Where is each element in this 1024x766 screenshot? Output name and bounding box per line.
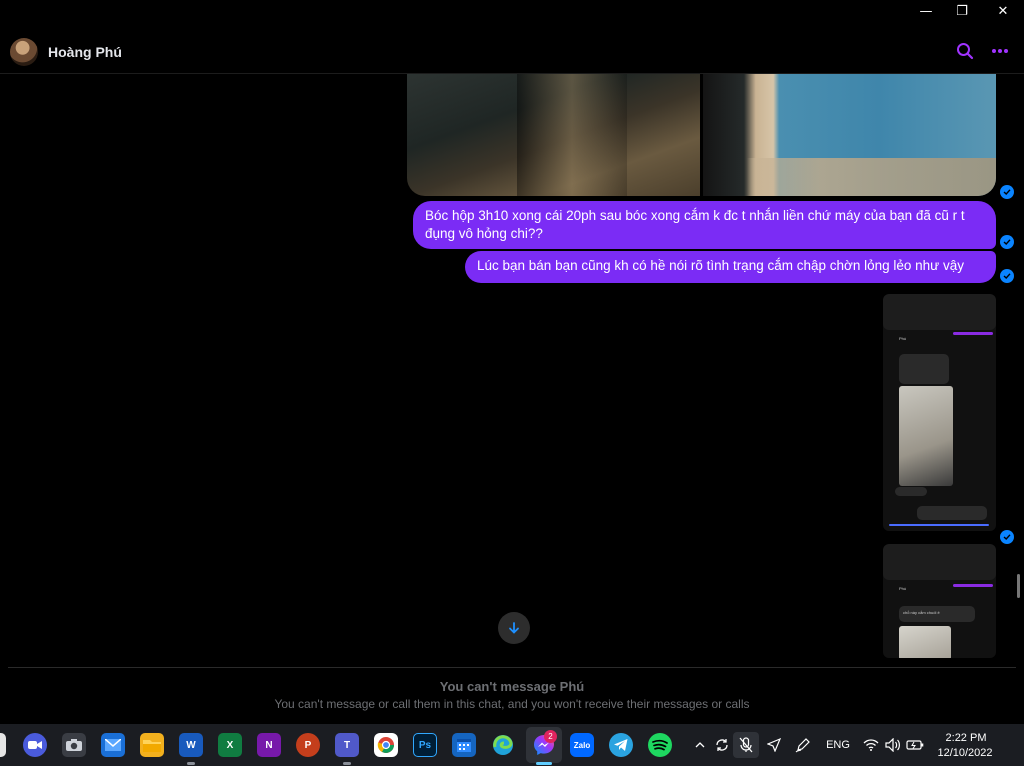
mini-composer (889, 524, 989, 526)
mini-bubble (917, 506, 987, 520)
powerpoint-icon[interactable]: P (296, 733, 320, 757)
running-indicator (187, 762, 195, 765)
word-icon[interactable]: W (179, 733, 203, 757)
volume-icon[interactable] (883, 736, 903, 754)
seen-check-icon (1000, 530, 1014, 544)
calendar-icon[interactable] (452, 733, 476, 757)
scroll-to-bottom-button[interactable] (498, 612, 530, 644)
blocked-notice-title: You can't message Phú (439, 679, 585, 694)
location-icon[interactable] (765, 736, 783, 754)
mini-caption: chỗ này cắm chuối ê (903, 610, 940, 615)
zoom-icon[interactable] (23, 733, 47, 757)
zalo-icon[interactable]: Zalo (570, 733, 594, 757)
minimize-button[interactable]: — (906, 0, 946, 22)
mini-bubble (895, 487, 927, 496)
message-bubble[interactable]: Lúc bạn bán bạn cũng kh có hề nói rõ tìn… (465, 251, 996, 283)
edge-icon[interactable] (491, 733, 515, 757)
start-icon[interactable] (0, 733, 6, 757)
battery-icon[interactable] (905, 736, 925, 754)
language-indicator[interactable]: ENG (823, 736, 853, 754)
clock-time[interactable]: 2:22 PM (936, 732, 996, 744)
onenote-icon[interactable]: N (257, 733, 281, 757)
active-indicator (536, 762, 552, 765)
mini-bubble (899, 354, 949, 384)
taskbar: W X N P T Ps 2 Zalo ENG 2:22 PM 12/10/20… (0, 724, 1024, 766)
photo-attachment[interactable] (407, 74, 700, 196)
microphone-muted-icon[interactable] (733, 732, 759, 758)
conversation-header: Hoàng Phú (0, 28, 1024, 74)
avatar[interactable] (10, 38, 38, 66)
wifi-icon[interactable] (861, 736, 881, 754)
mini-name: Phú (899, 336, 907, 341)
notification-badge: 2 (544, 730, 557, 743)
contact-name[interactable]: Hoàng Phú (48, 44, 122, 60)
message-list[interactable]: Bóc hộp 3h10 xong cái 20ph sau bóc xong … (0, 74, 1024, 668)
camera-icon[interactable] (62, 733, 86, 757)
pen-icon[interactable] (793, 736, 813, 754)
seen-check-icon (1000, 269, 1014, 283)
more-options-icon[interactable] (989, 40, 1011, 62)
photo-attachment[interactable] (703, 74, 996, 196)
mail-icon[interactable] (101, 733, 125, 757)
mini-image (899, 386, 953, 486)
close-button[interactable]: ✕ (983, 0, 1023, 22)
search-icon[interactable] (954, 40, 976, 62)
scrollbar-thumb[interactable] (1017, 574, 1020, 598)
photoshop-icon[interactable]: Ps (413, 733, 437, 757)
chevron-up-icon[interactable] (692, 736, 708, 754)
spotify-icon[interactable] (648, 733, 672, 757)
mini-divider (953, 332, 993, 335)
message-bubble[interactable]: Bóc hộp 3h10 xong cái 20ph sau bóc xong … (413, 201, 996, 249)
teams-icon[interactable]: T (335, 733, 359, 757)
file-explorer-icon[interactable] (140, 733, 164, 757)
excel-icon[interactable]: X (218, 733, 242, 757)
screenshot-attachment[interactable]: Phú chỗ này cắm chuối ê (883, 544, 996, 658)
running-indicator (343, 762, 351, 765)
chrome-icon[interactable] (374, 733, 398, 757)
restore-button[interactable]: ❐ (942, 0, 982, 22)
title-bar: — ❐ ✕ (0, 0, 1024, 24)
blocked-notice-subtitle: You can't message or call them in this c… (274, 697, 750, 711)
mini-divider (953, 584, 993, 587)
mini-header (883, 294, 996, 330)
clock-date[interactable]: 12/10/2022 (930, 747, 1000, 759)
mini-name: Phú (899, 586, 907, 591)
telegram-icon[interactable] (609, 733, 633, 757)
mini-image (899, 626, 951, 658)
mini-header (883, 544, 996, 580)
divider (8, 667, 1016, 668)
seen-check-icon (1000, 185, 1014, 199)
seen-check-icon (1000, 235, 1014, 249)
sync-icon[interactable] (713, 736, 731, 754)
screenshot-attachment[interactable]: Phú (883, 294, 996, 531)
